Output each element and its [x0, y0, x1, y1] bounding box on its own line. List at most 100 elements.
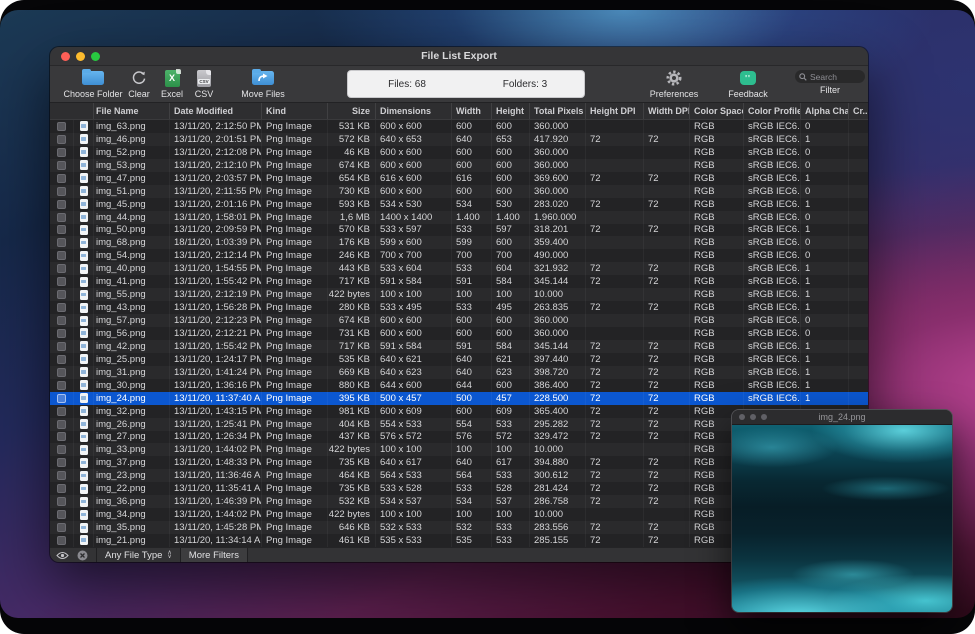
cell-total-pixels: 295.282 — [530, 418, 586, 431]
table-row[interactable]: img_41.png 13/11/20, 1:55:42 PM Png Imag… — [50, 275, 868, 288]
preferences-button[interactable]: Preferences — [641, 69, 707, 99]
search-field[interactable] — [795, 70, 865, 83]
file-type-dropdown[interactable]: Any File Type ∧∨ — [97, 548, 181, 562]
header-date-modified[interactable]: Date Modified — [170, 103, 262, 119]
row-checkbox[interactable] — [57, 251, 66, 260]
row-checkbox[interactable] — [57, 329, 66, 338]
row-checkbox[interactable] — [57, 510, 66, 519]
table-row[interactable]: img_56.png 13/11/20, 2:12:21 PM Png Imag… — [50, 327, 868, 340]
row-checkbox[interactable] — [57, 381, 66, 390]
table-row[interactable]: img_57.png 13/11/20, 2:12:23 PM Png Imag… — [50, 314, 868, 327]
table-row[interactable]: img_50.png 13/11/20, 2:09:59 PM Png Imag… — [50, 224, 868, 237]
table-row[interactable]: img_53.png 13/11/20, 2:12:10 PM Png Imag… — [50, 159, 868, 172]
table-row[interactable]: img_25.png 13/11/20, 1:24:17 PM Png Imag… — [50, 353, 868, 366]
cell-date-modified: 13/11/20, 2:12:14 PM — [170, 249, 262, 262]
row-checkbox[interactable] — [57, 303, 66, 312]
cell-dimensions: 532 x 533 — [376, 521, 452, 534]
row-checkbox[interactable] — [57, 135, 66, 144]
row-checkbox[interactable] — [57, 432, 66, 441]
table-row[interactable]: img_63.png 13/11/20, 2:12:50 PM Png Imag… — [50, 120, 868, 133]
row-checkbox[interactable] — [57, 471, 66, 480]
row-checkbox[interactable] — [57, 536, 66, 545]
table-row[interactable]: img_51.png 13/11/20, 2:11:55 PM Png Imag… — [50, 185, 868, 198]
header-size[interactable]: Size — [328, 103, 376, 119]
table-row[interactable]: img_45.png 13/11/20, 2:01:16 PM Png Imag… — [50, 198, 868, 211]
row-checkbox[interactable] — [57, 484, 66, 493]
choose-folder-button[interactable]: Choose Folder — [58, 69, 128, 99]
table-row[interactable]: img_54.png 13/11/20, 2:12:14 PM Png Imag… — [50, 249, 868, 262]
row-checkbox[interactable] — [57, 174, 66, 183]
cell-color-profile: sRGB IEC6... — [744, 198, 801, 211]
row-checkbox[interactable] — [57, 161, 66, 170]
header-file-name[interactable]: File Name — [94, 103, 170, 119]
row-checkbox[interactable] — [57, 225, 66, 234]
row-checkbox[interactable] — [57, 394, 66, 403]
table-row[interactable]: img_43.png 13/11/20, 1:56:28 PM Png Imag… — [50, 301, 868, 314]
cell-dimensions: 644 x 600 — [376, 379, 452, 392]
header-cr[interactable]: Cr... — [849, 103, 868, 119]
table-row[interactable]: img_68.png 18/11/20, 1:03:39 PM Png Imag… — [50, 236, 868, 249]
table-row[interactable]: img_46.png 13/11/20, 2:01:51 PM Png Imag… — [50, 133, 868, 146]
feedback-button[interactable]: '' Feedback — [718, 69, 778, 99]
header-color-profile[interactable]: Color Profile — [744, 103, 801, 119]
row-checkbox[interactable] — [57, 368, 66, 377]
cell-color-profile: sRGB IEC6... — [744, 379, 801, 392]
header-width[interactable]: Width — [452, 103, 492, 119]
table-row[interactable]: img_24.png 13/11/20, 11:37:40 AM Png Ima… — [50, 392, 868, 405]
cell-total-pixels: 281.424 — [530, 482, 586, 495]
visibility-toggle[interactable] — [50, 548, 75, 562]
row-checkbox[interactable] — [57, 213, 66, 222]
preview-traffic-lights[interactable] — [739, 414, 767, 420]
search-input[interactable] — [810, 72, 858, 82]
table-row[interactable]: img_40.png 13/11/20, 1:54:55 PM Png Imag… — [50, 262, 868, 275]
row-checkbox[interactable] — [57, 420, 66, 429]
more-filters-button[interactable]: More Filters — [181, 548, 248, 562]
cell-dimensions: 533 x 528 — [376, 482, 452, 495]
file-icon — [80, 471, 88, 481]
row-checkbox[interactable] — [57, 342, 66, 351]
header-dimensions[interactable]: Dimensions — [376, 103, 452, 119]
row-checkbox[interactable] — [57, 497, 66, 506]
row-checkbox[interactable] — [57, 290, 66, 299]
cell-width-dpi — [644, 508, 690, 521]
table-row[interactable]: img_31.png 13/11/20, 1:41:24 PM Png Imag… — [50, 366, 868, 379]
table-row[interactable]: img_47.png 13/11/20, 2:03:57 PM Png Imag… — [50, 172, 868, 185]
row-checkbox[interactable] — [57, 187, 66, 196]
header-color-space[interactable]: Color Space — [690, 103, 744, 119]
cell-width-dpi — [644, 120, 690, 133]
table-row[interactable]: img_44.png 13/11/20, 1:58:01 PM Png Imag… — [50, 211, 868, 224]
row-checkbox[interactable] — [57, 264, 66, 273]
header-kind[interactable]: Kind — [262, 103, 328, 119]
row-checkbox[interactable] — [57, 277, 66, 286]
table-row[interactable]: img_52.png 13/11/20, 2:12:08 PM Png Imag… — [50, 146, 868, 159]
folders-count: Folders: 3 — [466, 79, 584, 90]
row-checkbox[interactable] — [57, 238, 66, 247]
cell-color-profile: sRGB IEC6... — [744, 159, 801, 172]
row-checkbox[interactable] — [57, 458, 66, 467]
cell-size: 717 KB — [328, 340, 376, 353]
row-checkbox[interactable] — [57, 523, 66, 532]
header-width-dpi[interactable]: Width DPI — [644, 103, 690, 119]
zoom-button[interactable] — [91, 52, 100, 61]
header-height[interactable]: Height — [492, 103, 530, 119]
close-button[interactable] — [61, 52, 70, 61]
row-checkbox[interactable] — [57, 316, 66, 325]
csv-icon: CSV — [197, 69, 211, 87]
row-checkbox[interactable] — [57, 445, 66, 454]
minimize-button[interactable] — [76, 52, 85, 61]
header-total-pixels[interactable]: Total Pixels — [530, 103, 586, 119]
row-checkbox[interactable] — [57, 148, 66, 157]
header-height-dpi[interactable]: Height DPI — [586, 103, 644, 119]
header-alpha-channel[interactable]: Alpha Chan... — [801, 103, 849, 119]
csv-export-button[interactable]: CSV CSV — [186, 69, 222, 99]
table-row[interactable]: img_42.png 13/11/20, 1:55:42 PM Png Imag… — [50, 340, 868, 353]
row-checkbox[interactable] — [57, 407, 66, 416]
row-checkbox[interactable] — [57, 200, 66, 209]
cell-size: 461 KB — [328, 534, 376, 547]
table-row[interactable]: img_55.png 13/11/20, 2:12:19 PM Png Imag… — [50, 288, 868, 301]
row-checkbox[interactable] — [57, 355, 66, 364]
row-checkbox[interactable] — [57, 122, 66, 131]
move-files-button[interactable]: Move Files — [235, 69, 291, 99]
table-row[interactable]: img_30.png 13/11/20, 1:36:16 PM Png Imag… — [50, 379, 868, 392]
clear-filter-button[interactable] — [75, 548, 97, 562]
